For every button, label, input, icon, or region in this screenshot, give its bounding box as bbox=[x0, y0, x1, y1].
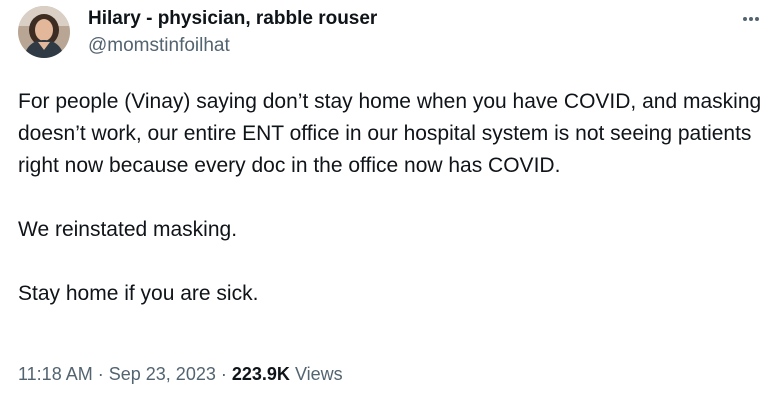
avatar-image bbox=[18, 6, 70, 58]
author-block: Hilary - physician, rabble rouser @momst… bbox=[88, 8, 377, 58]
meta-separator: · bbox=[220, 364, 227, 384]
meta-separator: · bbox=[97, 364, 104, 384]
tweet-paragraph: For people (Vinay) saying don’t stay hom… bbox=[18, 90, 762, 177]
views-label: Views bbox=[294, 364, 343, 384]
tweet-text: For people (Vinay) saying don’t stay hom… bbox=[18, 86, 762, 310]
tweet-paragraph: We reinstated masking. bbox=[18, 218, 238, 241]
tweet-date[interactable]: Sep 23, 2023 bbox=[109, 364, 216, 384]
views-count: 223.9K bbox=[231, 364, 290, 384]
avatar[interactable] bbox=[18, 6, 70, 58]
tweet-meta: 11:18 AM · Sep 23, 2023 · 223.9K Views bbox=[18, 362, 343, 386]
author-display-name[interactable]: Hilary - physician, rabble rouser bbox=[88, 8, 377, 30]
more-options-icon[interactable] bbox=[740, 14, 762, 26]
author-handle[interactable]: @momstinfoilhat bbox=[88, 34, 377, 58]
more-options-icon-glyph bbox=[743, 17, 759, 21]
tweet-paragraph: Stay home if you are sick. bbox=[18, 282, 259, 305]
tweet-time[interactable]: 11:18 AM bbox=[18, 364, 93, 384]
tweet: Hilary - physician, rabble rouser @momst… bbox=[0, 0, 764, 400]
